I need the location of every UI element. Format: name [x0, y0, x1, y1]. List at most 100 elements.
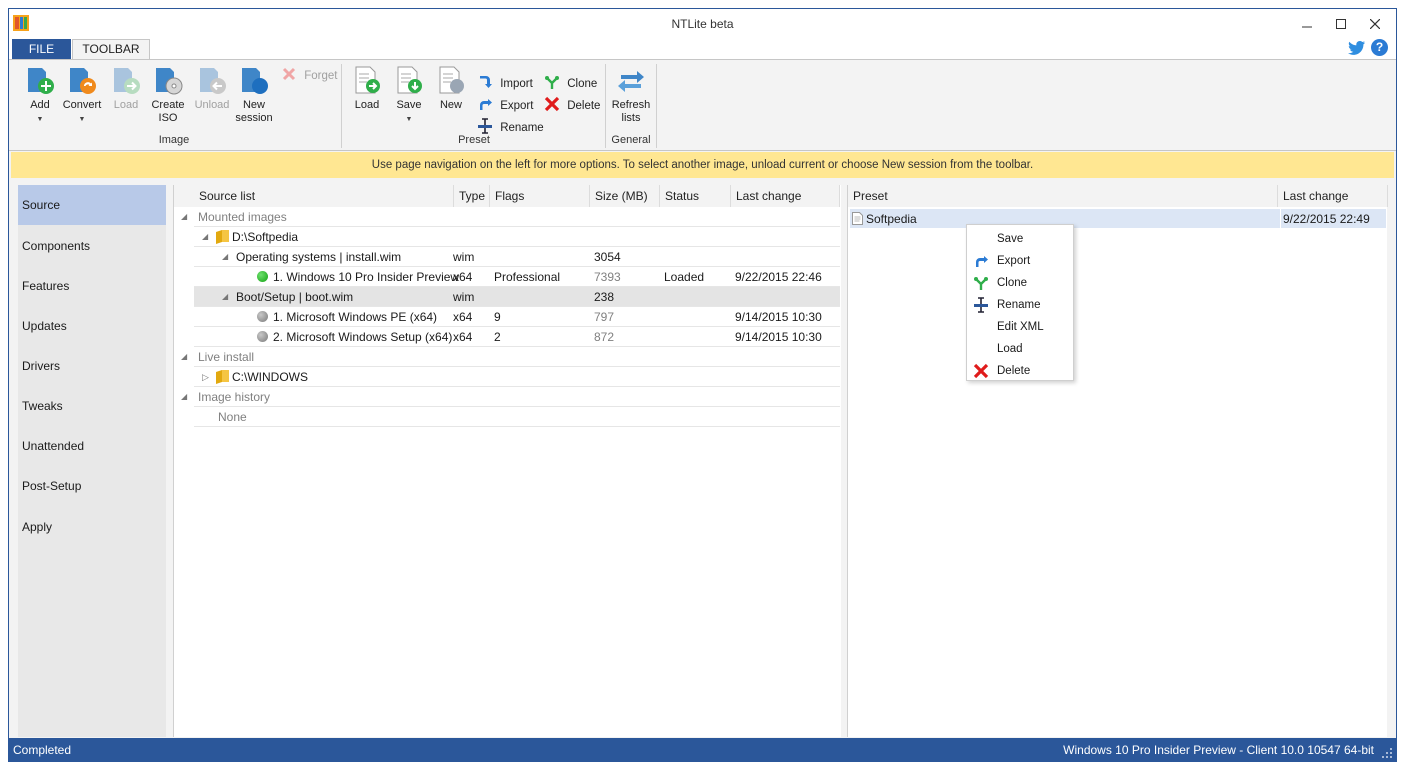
create-iso-label: Create ISO — [151, 99, 185, 124]
export-arrow-icon — [976, 256, 988, 267]
status-text: Completed — [13, 743, 72, 757]
nav-item-drivers[interactable]: Drivers — [18, 346, 166, 386]
tab-file[interactable]: FILE — [12, 39, 71, 60]
preset-context-menu: Save Export Clone Rename Edit XML Load D… — [966, 224, 1074, 381]
nav-item-tweaks[interactable]: Tweaks — [18, 386, 166, 426]
preset-last-change: 9/22/2015 22:49 — [1280, 209, 1370, 229]
column-header-size[interactable]: Size (MB) — [590, 185, 660, 207]
tab-toolbar[interactable]: TOOLBAR — [72, 39, 150, 60]
table-row[interactable]: 1. Microsoft Windows PE (x64) x64 9 797 … — [194, 307, 840, 327]
export-arrow-icon — [480, 99, 492, 110]
import-button[interactable]: Import — [477, 74, 533, 92]
preset-load-button[interactable]: Load — [345, 64, 389, 112]
table-row[interactable]: ◢ Boot/Setup | boot.wim wim 238 — [194, 287, 840, 307]
add-disk-icon — [28, 68, 54, 94]
column-header-source[interactable]: Source list — [174, 185, 454, 207]
clone-button[interactable]: Clone — [544, 74, 597, 92]
export-button[interactable]: Export — [477, 96, 533, 114]
add-image-button[interactable]: Add ▼ — [18, 64, 62, 126]
collapse-icon[interactable]: ◢ — [181, 207, 187, 227]
nav-item-post-setup[interactable]: Post-Setup — [18, 466, 166, 506]
context-menu-item-rename[interactable]: Rename — [967, 294, 1073, 316]
nav-item-unattended[interactable]: Unattended — [18, 426, 166, 466]
app-window: NTLite beta FILE TOOLBAR ? Add ▼ Convert… — [8, 8, 1397, 762]
context-menu-item-delete[interactable]: Delete — [967, 360, 1073, 382]
load-label: Load — [113, 99, 139, 111]
group-divider — [341, 64, 342, 148]
nav-item-apply[interactable]: Apply — [18, 507, 166, 547]
preset-load-label: Load — [354, 99, 380, 111]
column-header-last-change[interactable]: Last change — [731, 185, 840, 207]
refresh-lists-button[interactable]: Refresh lists — [609, 64, 653, 125]
load-image-button[interactable]: Load — [104, 64, 148, 112]
rename-label: Rename — [500, 122, 544, 134]
collapse-icon[interactable]: ◢ — [181, 387, 187, 407]
column-header-status[interactable]: Status — [660, 185, 731, 207]
context-menu-item-load[interactable]: Load — [967, 338, 1073, 360]
context-menu-item-save[interactable]: Save — [967, 228, 1073, 250]
folder-icon — [216, 230, 229, 244]
new-session-icon — [242, 68, 268, 94]
chevron-down-icon: ▼ — [405, 116, 413, 123]
column-header-preset-last-change[interactable]: Last change — [1278, 185, 1388, 207]
preset-new-button[interactable]: New — [429, 64, 473, 112]
nav-item-updates[interactable]: Updates — [18, 306, 166, 346]
export-label: Export — [500, 100, 534, 112]
create-iso-button[interactable]: Create ISO — [146, 64, 190, 125]
loaded-status-icon — [257, 271, 268, 282]
column-header-type[interactable]: Type — [454, 185, 490, 207]
collapse-icon[interactable]: ◢ — [202, 227, 208, 247]
source-list-panel: Source list Type Flags Size (MB) Status … — [173, 185, 841, 737]
collapse-icon[interactable]: ◢ — [222, 287, 228, 307]
twitter-icon[interactable] — [1348, 40, 1366, 56]
collapse-icon[interactable]: ◢ — [181, 347, 187, 367]
preset-save-button[interactable]: Save ▼ — [387, 64, 431, 126]
list-item: None — [194, 407, 840, 427]
resize-grip-icon[interactable] — [1381, 747, 1393, 759]
column-header-preset[interactable]: Preset — [848, 185, 1278, 207]
table-row[interactable]: 2. Microsoft Windows Setup (x64) x64 2 8… — [194, 327, 840, 347]
delete-button[interactable]: Delete — [544, 96, 600, 114]
unloaded-status-icon — [257, 311, 268, 322]
column-header-flags[interactable]: Flags — [490, 185, 590, 207]
table-row[interactable]: ◢ Operating systems | install.wim wim 30… — [194, 247, 840, 267]
preset-list-panel: Preset Last change Softpedia 9/22/2015 2… — [847, 185, 1388, 737]
preset-load-icon — [355, 66, 380, 94]
forget-button[interactable]: Forget — [281, 66, 337, 84]
context-menu-item-edit-xml[interactable]: Edit XML — [967, 316, 1073, 338]
convert-label: Convert — [62, 99, 102, 111]
tree-folder-row[interactable]: ◢ D:\Softpedia — [194, 227, 840, 247]
delete-x-icon — [973, 363, 989, 379]
tree-folder-row[interactable]: ▷ C:\WINDOWS — [194, 367, 840, 387]
tree-group-image-history[interactable]: ◢ Image history — [181, 387, 840, 407]
minimize-button[interactable] — [1290, 13, 1324, 35]
unload-image-button[interactable]: Unload — [190, 64, 234, 112]
iso-disc-icon — [156, 68, 183, 95]
new-session-button[interactable]: New session — [232, 64, 276, 125]
collapse-icon[interactable]: ◢ — [222, 247, 228, 267]
maximize-button[interactable] — [1324, 13, 1358, 35]
context-menu-item-clone[interactable]: Clone — [967, 272, 1073, 294]
preset-group-label: Preset — [458, 134, 490, 146]
folder-path: C:\WINDOWS — [232, 370, 308, 384]
preset-row[interactable]: Softpedia 9/22/2015 22:49 — [850, 209, 1386, 229]
tree-group-live-install[interactable]: ◢ Live install — [181, 347, 840, 367]
tree-group-mounted[interactable]: ◢ Mounted images — [181, 207, 840, 227]
image-group-label: Image — [158, 134, 190, 146]
clone-label: Clone — [567, 78, 598, 90]
unload-disk-icon — [200, 68, 226, 94]
preset-name: Softpedia — [866, 212, 917, 226]
ribbon-tabs: FILE TOOLBAR ? — [9, 37, 1396, 60]
help-icon[interactable]: ? — [1371, 39, 1388, 56]
nav-item-components[interactable]: Components — [18, 226, 166, 266]
close-button[interactable] — [1358, 13, 1392, 35]
table-row[interactable]: 1. Windows 10 Pro Insider Preview x64 Pr… — [194, 267, 840, 287]
context-menu-item-export[interactable]: Export — [967, 250, 1073, 272]
folder-icon — [216, 370, 229, 384]
add-label: Add — [30, 99, 50, 111]
nav-item-features[interactable]: Features — [18, 266, 166, 306]
rename-cursor-icon — [974, 297, 988, 313]
expand-icon[interactable]: ▷ — [202, 367, 209, 387]
convert-image-button[interactable]: Convert ▼ — [60, 64, 104, 126]
nav-item-source[interactable]: Source — [18, 185, 166, 225]
